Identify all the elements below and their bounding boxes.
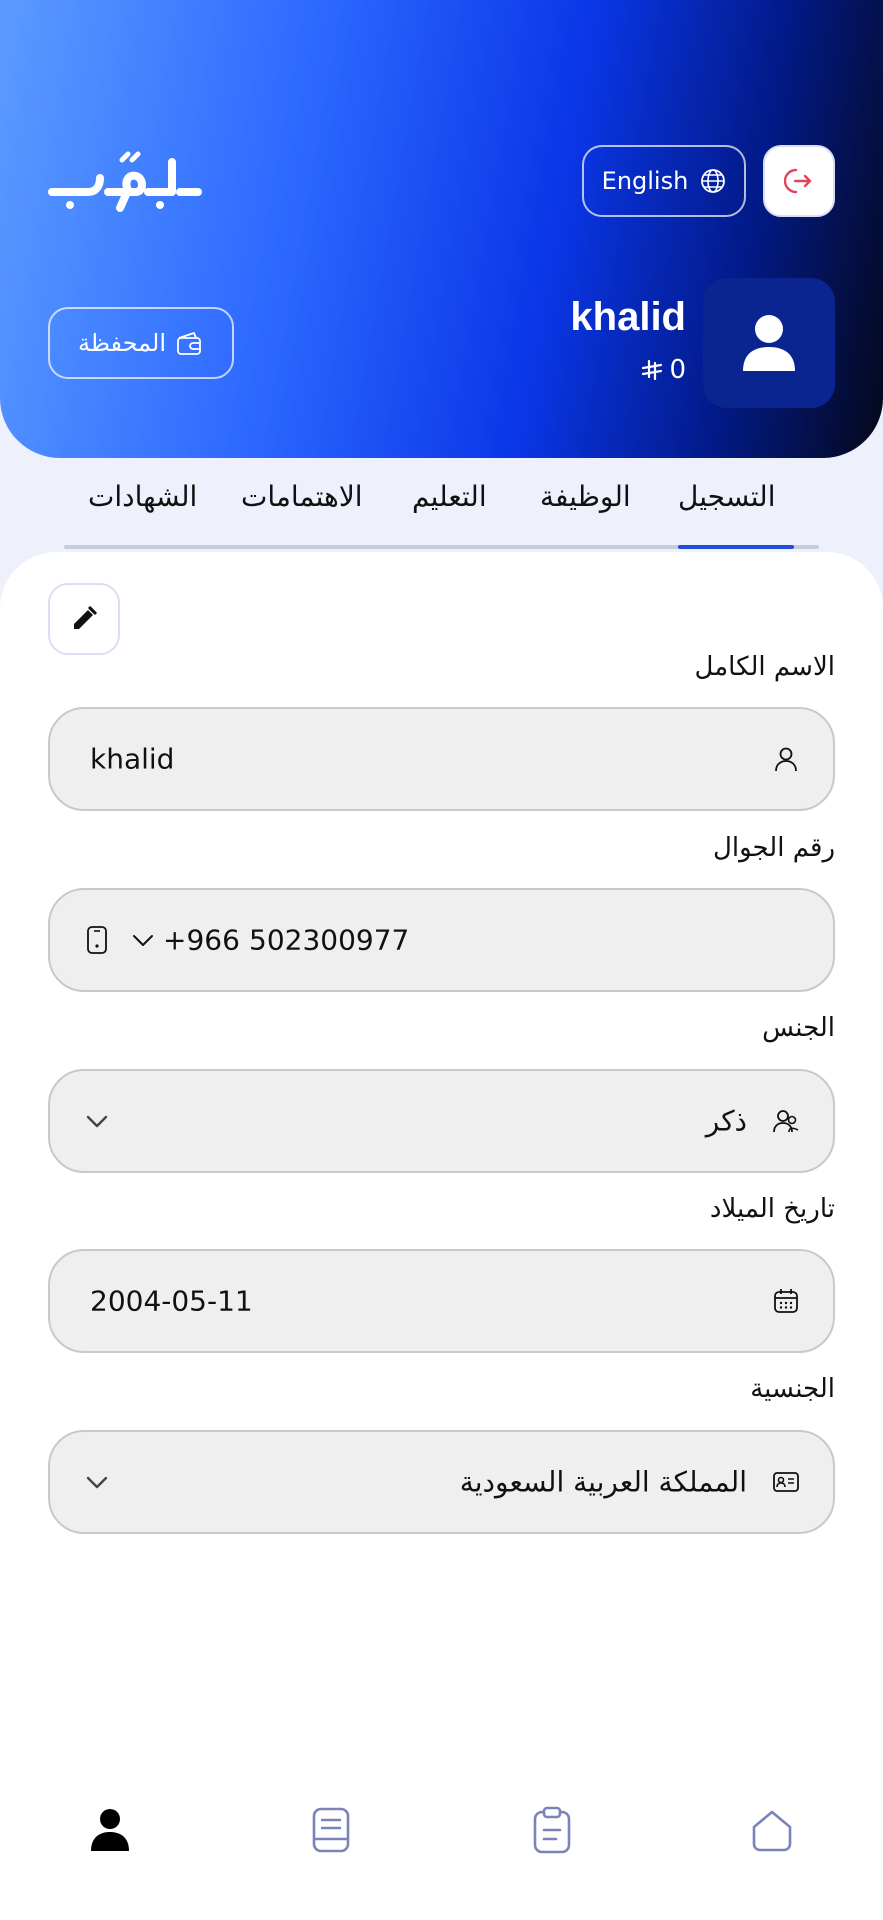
- user-icon: [743, 315, 795, 371]
- gender-label: الجنس: [762, 1013, 835, 1043]
- gender-select[interactable]: ذكر: [48, 1069, 835, 1173]
- tab-interests[interactable]: الاهتمامات: [241, 480, 363, 513]
- mobile-label: رقم الجوال: [712, 833, 835, 863]
- nationality-value: المملكة العربية السعودية: [459, 1465, 747, 1499]
- gender-value: ذكر: [705, 1104, 747, 1138]
- wallet-label: المحفظة: [77, 329, 167, 357]
- nav-profile[interactable]: [80, 1800, 140, 1860]
- logout-icon: [784, 168, 812, 194]
- balance-value: 0: [669, 355, 686, 385]
- globe-icon: [701, 169, 726, 193]
- country-code-chevron-icon[interactable]: [128, 925, 158, 955]
- profile-header: English khalid 0 المحفظة: [0, 0, 883, 458]
- mobile-field[interactable]: +966 502300977: [48, 888, 835, 992]
- birth-date-value: 2004-05-11: [90, 1284, 253, 1318]
- clipboard-icon: [533, 1806, 571, 1854]
- home-icon: [752, 1810, 792, 1852]
- tab-job[interactable]: الوظيفة: [540, 480, 631, 513]
- full-name-field[interactable]: khalid: [48, 707, 835, 811]
- full-name-value: khalid: [90, 742, 175, 776]
- nav-home[interactable]: [742, 1800, 802, 1860]
- tab-certificates[interactable]: الشهادات: [88, 480, 197, 513]
- bottom-navigation: [0, 1780, 883, 1880]
- logout-button[interactable]: [763, 145, 835, 217]
- person-icon: [771, 744, 801, 774]
- language-button[interactable]: English: [582, 145, 746, 217]
- riyal-icon: [642, 359, 663, 381]
- app-logo: [48, 151, 202, 212]
- tab-registration[interactable]: التسجيل: [678, 480, 775, 513]
- calendar-icon: [771, 1286, 801, 1316]
- user-name: khalid: [570, 295, 686, 339]
- birth-date-field[interactable]: 2004-05-11: [48, 1249, 835, 1353]
- mobile-value: 502300977: [249, 923, 410, 957]
- pencil-icon: [74, 606, 97, 629]
- full-name-label: الاسم الكامل: [694, 652, 835, 682]
- birth-date-label: تاريخ الميلاد: [709, 1194, 835, 1224]
- wallet-button[interactable]: المحفظة: [48, 307, 234, 379]
- document-icon: [312, 1807, 350, 1853]
- profile-icon: [91, 1809, 129, 1851]
- nav-tasks[interactable]: [522, 1800, 582, 1860]
- country-code[interactable]: +966: [163, 924, 240, 957]
- id-card-icon: [771, 1467, 801, 1497]
- chevron-down-icon: [82, 1467, 112, 1497]
- wallet-icon: [177, 332, 201, 355]
- nationality-label: الجنسية: [750, 1374, 835, 1404]
- edit-button[interactable]: [48, 583, 120, 655]
- wallet-balance: 0: [641, 355, 686, 385]
- phone-icon: [82, 925, 112, 955]
- avatar[interactable]: [703, 278, 835, 408]
- users-icon: [771, 1106, 801, 1136]
- nav-documents[interactable]: [301, 1800, 361, 1860]
- tab-education[interactable]: التعليم: [412, 480, 487, 513]
- nationality-select[interactable]: المملكة العربية السعودية: [48, 1430, 835, 1534]
- language-label: English: [601, 167, 689, 195]
- chevron-down-icon: [82, 1106, 112, 1136]
- tab-active-indicator: [678, 545, 794, 549]
